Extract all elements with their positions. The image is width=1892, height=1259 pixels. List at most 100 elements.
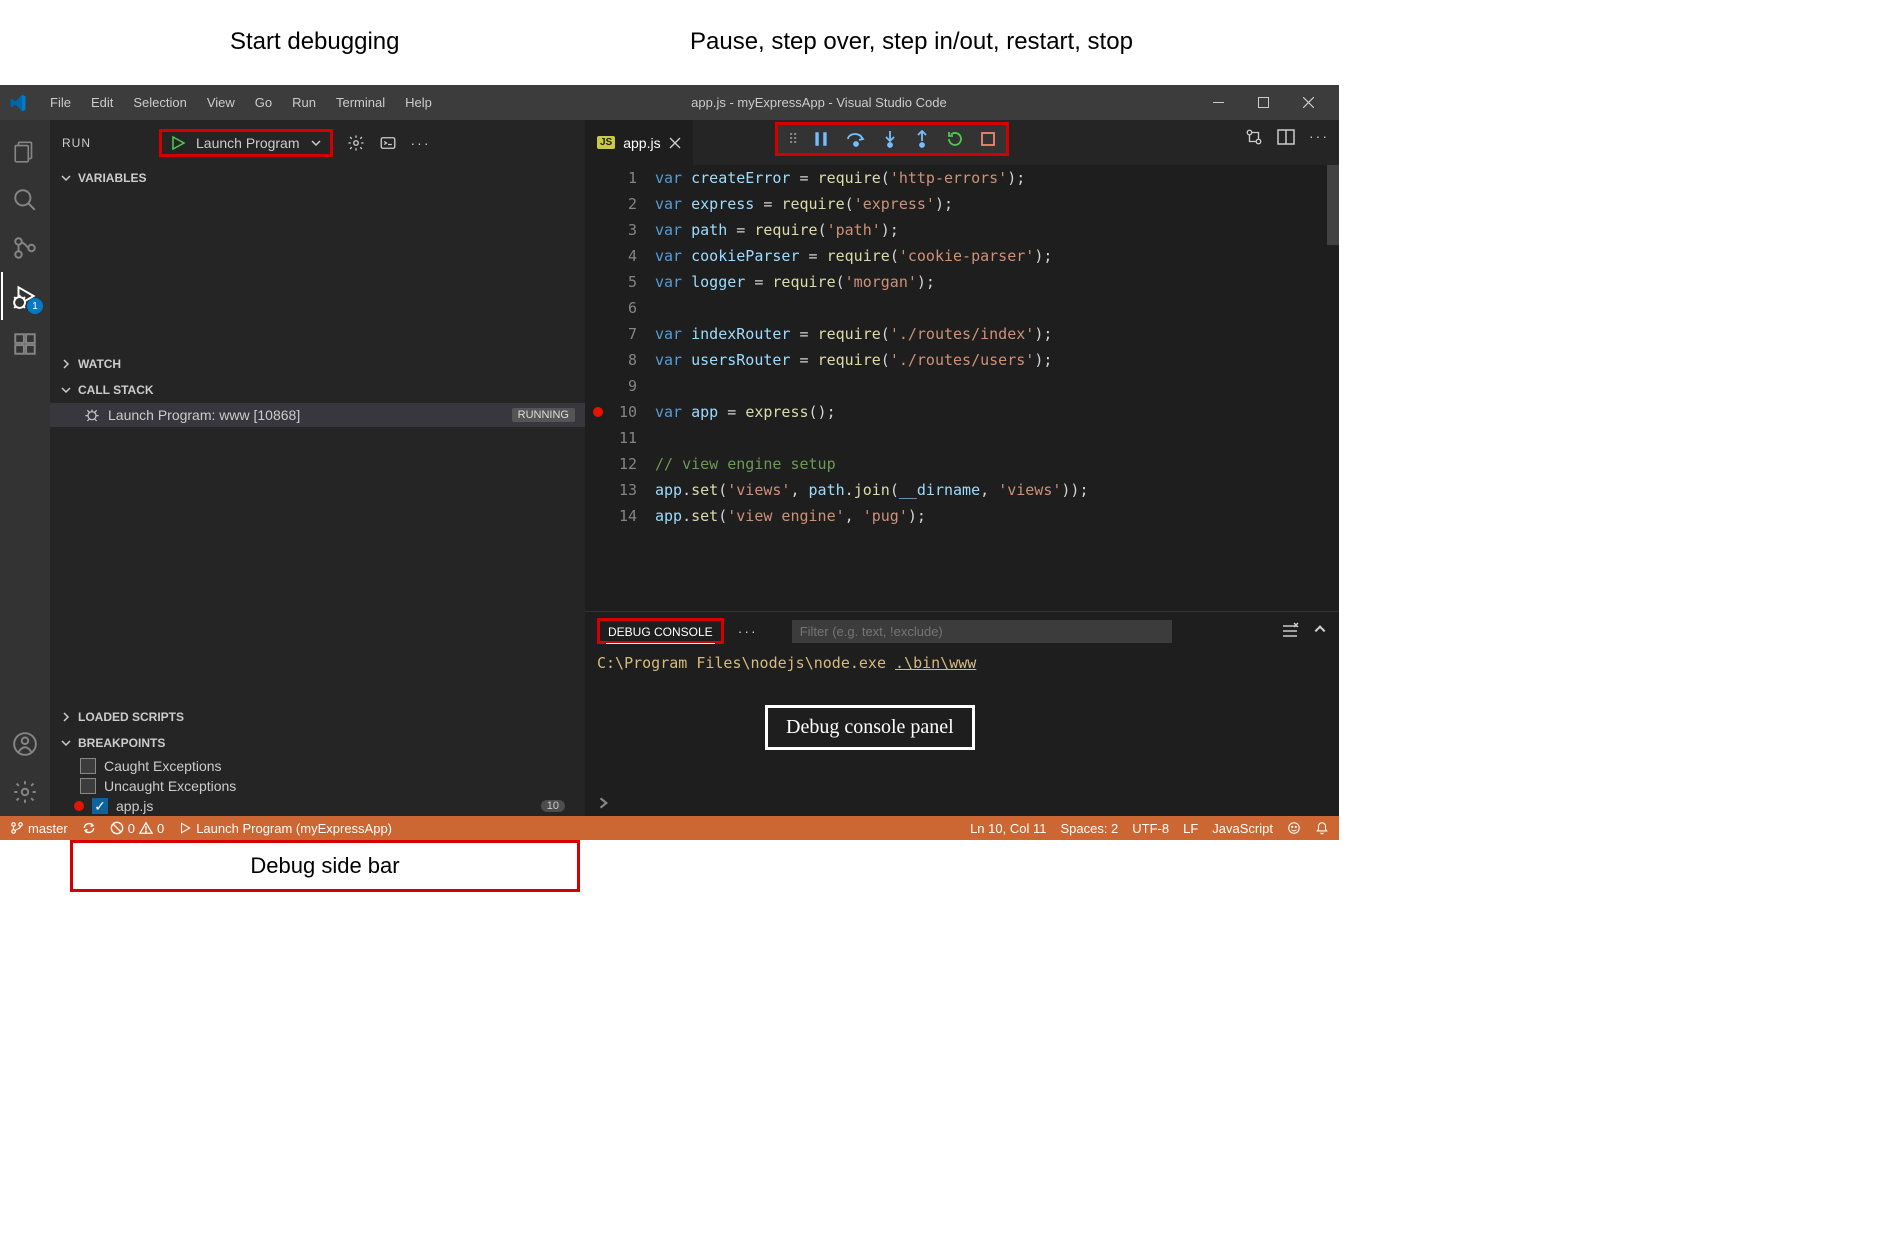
debug-toolbar: ⠿ bbox=[775, 122, 1009, 156]
chevron-down-icon bbox=[60, 172, 72, 184]
menu-file[interactable]: File bbox=[40, 91, 81, 114]
step-out-button[interactable] bbox=[914, 130, 930, 148]
activity-scm[interactable] bbox=[1, 224, 49, 272]
status-sync[interactable] bbox=[82, 821, 96, 835]
menu-selection[interactable]: Selection bbox=[123, 91, 196, 114]
split-editor-icon[interactable] bbox=[1277, 128, 1295, 146]
grip-icon[interactable]: ⠿ bbox=[788, 131, 796, 148]
status-spaces[interactable]: Spaces: 2 bbox=[1060, 821, 1118, 836]
menu-go[interactable]: Go bbox=[245, 91, 282, 114]
section-variables-header[interactable]: VARIABLES bbox=[50, 165, 585, 191]
panel-body: C:\Program Files\nodejs\node.exe .\bin\w… bbox=[585, 650, 1339, 816]
breakpoint-label: Caught Exceptions bbox=[104, 758, 222, 774]
compare-icon[interactable] bbox=[1245, 128, 1263, 146]
breakpoint-file[interactable]: ✓ app.js 10 bbox=[50, 796, 585, 816]
panel-tabs: DEBUG CONSOLE ··· bbox=[585, 612, 1339, 650]
tab-label: app.js bbox=[623, 135, 660, 151]
status-branch[interactable]: master bbox=[10, 821, 68, 836]
section-breakpoints-header[interactable]: BREAKPOINTS bbox=[50, 730, 585, 756]
breakpoint-caught-exceptions[interactable]: Caught Exceptions bbox=[50, 756, 585, 776]
console-prompt-icon[interactable] bbox=[597, 796, 611, 810]
status-language[interactable]: JavaScript bbox=[1212, 821, 1273, 836]
step-over-button[interactable] bbox=[846, 130, 866, 148]
restart-button[interactable] bbox=[946, 130, 964, 148]
status-eol[interactable]: LF bbox=[1183, 821, 1198, 836]
close-button[interactable] bbox=[1286, 88, 1331, 118]
menu-edit[interactable]: Edit bbox=[81, 91, 123, 114]
js-file-icon: JS bbox=[597, 136, 615, 149]
chevron-right-icon bbox=[60, 358, 72, 370]
vscode-logo-icon bbox=[8, 93, 28, 113]
window-title: app.js - myExpressApp - Visual Studio Co… bbox=[442, 95, 1196, 110]
breakpoint-line-badge: 10 bbox=[541, 800, 565, 812]
debug-console-icon[interactable] bbox=[379, 134, 397, 152]
breakpoint-dot-icon bbox=[74, 801, 84, 811]
status-feedback-icon[interactable] bbox=[1287, 821, 1301, 835]
breakpoint-uncaught-exceptions[interactable]: Uncaught Exceptions bbox=[50, 776, 585, 796]
debug-console-panel: DEBUG CONSOLE ··· C:\Program Files\nodej… bbox=[585, 611, 1339, 816]
activity-settings[interactable] bbox=[1, 768, 49, 816]
breakpoint-label: Uncaught Exceptions bbox=[104, 778, 236, 794]
menu-bar: File Edit Selection View Go Run Terminal… bbox=[40, 91, 442, 114]
annotation-debug-toolbar: Pause, step over, step in/out, restart, … bbox=[690, 28, 1133, 56]
panel-tab-debug-console[interactable]: DEBUG CONSOLE bbox=[606, 621, 715, 644]
console-output-link[interactable]: .\bin\www bbox=[895, 654, 976, 672]
more-icon[interactable]: ··· bbox=[1309, 128, 1329, 146]
debug-sidebar: RUN Launch Program ··· bbox=[50, 120, 585, 816]
status-cursor[interactable]: Ln 10, Col 11 bbox=[970, 821, 1046, 836]
chevron-down-icon bbox=[60, 384, 72, 396]
maximize-button[interactable] bbox=[1241, 88, 1286, 118]
checkbox-unchecked-icon[interactable] bbox=[80, 778, 96, 794]
line-number-gutter: 1234567891011121314 bbox=[585, 165, 655, 611]
section-loaded-scripts-label: LOADED SCRIPTS bbox=[78, 710, 184, 724]
launch-config-selector: Launch Program bbox=[159, 129, 333, 157]
activity-extensions[interactable] bbox=[1, 320, 49, 368]
warning-count: 0 bbox=[157, 821, 164, 836]
breakpoint-dot-icon[interactable] bbox=[593, 407, 603, 417]
stop-button[interactable] bbox=[980, 131, 996, 147]
code-lines[interactable]: var createError = require('http-errors')… bbox=[655, 165, 1339, 611]
panel-actions bbox=[1281, 622, 1327, 640]
debug-config-name: Launch Program (myExpressApp) bbox=[196, 821, 392, 836]
filter-input[interactable] bbox=[792, 620, 1172, 643]
sidebar-header: RUN Launch Program ··· bbox=[50, 120, 585, 165]
section-watch-header[interactable]: WATCH bbox=[50, 351, 585, 377]
close-tab-button[interactable] bbox=[669, 137, 681, 149]
status-notifications-icon[interactable] bbox=[1315, 821, 1329, 835]
code-area[interactable]: 1234567891011121314 var createError = re… bbox=[585, 165, 1339, 611]
collapse-panel-icon[interactable] bbox=[1313, 622, 1327, 640]
annotation-start-debugging: Start debugging bbox=[230, 28, 399, 56]
more-icon[interactable]: ··· bbox=[411, 135, 431, 151]
config-name[interactable]: Launch Program bbox=[196, 135, 300, 151]
section-callstack-header[interactable]: CALL STACK bbox=[50, 377, 585, 403]
section-loaded-scripts-header[interactable]: LOADED SCRIPTS bbox=[50, 704, 585, 730]
checkbox-checked-icon[interactable]: ✓ bbox=[92, 798, 108, 814]
activity-debug[interactable]: 1 bbox=[1, 272, 49, 320]
status-debug-config[interactable]: Launch Program (myExpressApp) bbox=[178, 821, 392, 836]
minimize-button[interactable] bbox=[1196, 88, 1241, 118]
menu-terminal[interactable]: Terminal bbox=[326, 91, 395, 114]
sidebar-title: RUN bbox=[62, 136, 151, 150]
menu-view[interactable]: View bbox=[197, 91, 245, 114]
window-controls bbox=[1196, 88, 1331, 118]
callstack-item[interactable]: Launch Program: www [10868] RUNNING bbox=[50, 403, 585, 427]
more-icon[interactable]: ··· bbox=[738, 623, 758, 639]
breakpoint-label: app.js bbox=[116, 798, 153, 814]
status-encoding[interactable]: UTF-8 bbox=[1132, 821, 1169, 836]
step-into-button[interactable] bbox=[882, 130, 898, 148]
menu-help[interactable]: Help bbox=[395, 91, 442, 114]
clear-console-icon[interactable] bbox=[1281, 622, 1299, 640]
editor-tab[interactable]: JS app.js bbox=[585, 120, 693, 165]
activity-explorer[interactable] bbox=[1, 128, 49, 176]
scrollbar-thumb[interactable] bbox=[1327, 165, 1339, 245]
start-debugging-button[interactable] bbox=[170, 135, 186, 151]
gear-icon[interactable] bbox=[347, 134, 365, 152]
chevron-down-icon[interactable] bbox=[310, 137, 322, 149]
menu-run[interactable]: Run bbox=[282, 91, 326, 114]
pause-button[interactable] bbox=[812, 130, 830, 148]
status-problems[interactable]: 0 0 bbox=[110, 821, 164, 836]
checkbox-unchecked-icon[interactable] bbox=[80, 758, 96, 774]
activity-search[interactable] bbox=[1, 176, 49, 224]
activity-accounts[interactable] bbox=[1, 720, 49, 768]
section-watch-label: WATCH bbox=[78, 357, 121, 371]
